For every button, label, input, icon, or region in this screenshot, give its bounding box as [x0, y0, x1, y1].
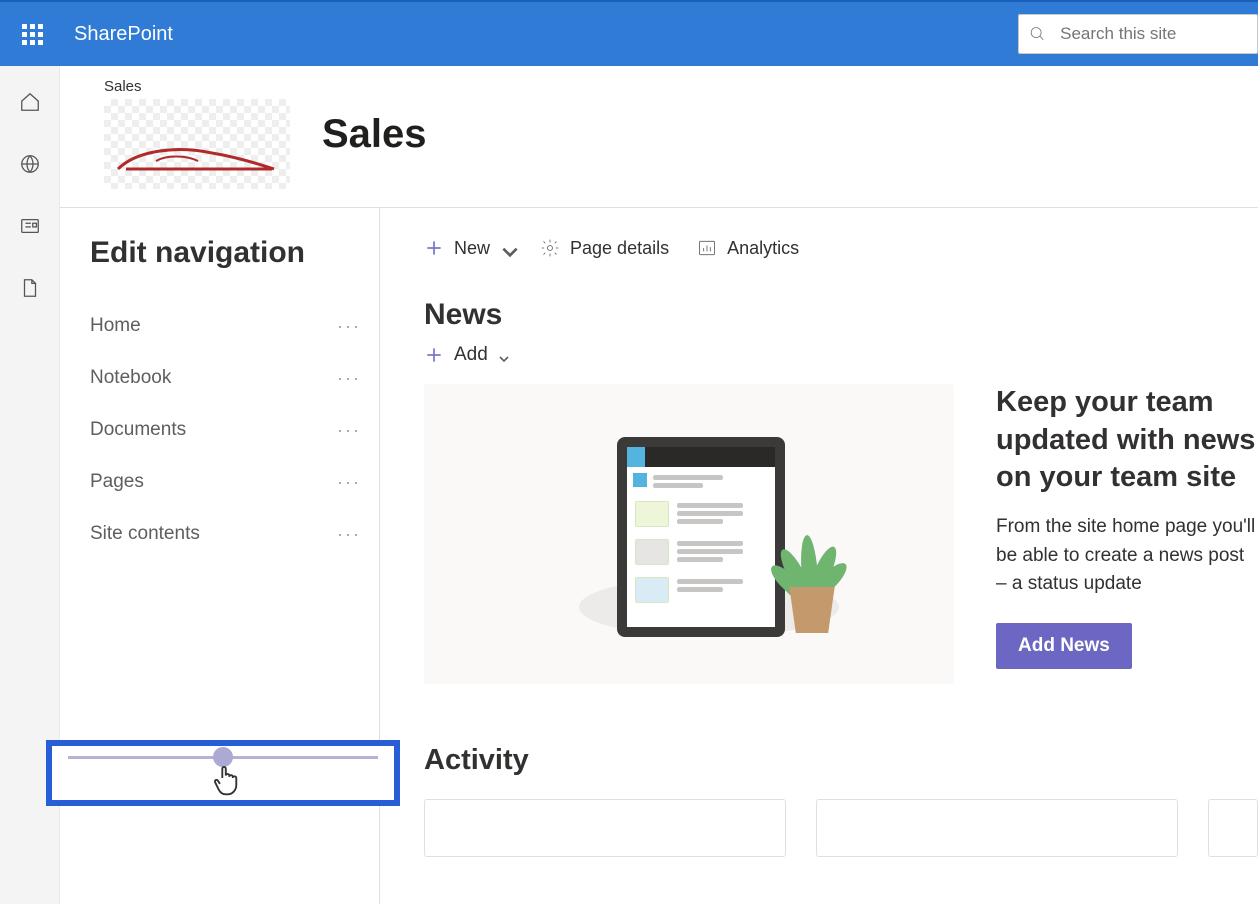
more-icon[interactable]: ···	[337, 368, 361, 389]
car-logo-icon	[116, 147, 276, 175]
main-area: Sales Sales Edit navigation Home ···	[60, 66, 1258, 904]
plus-icon	[424, 345, 444, 365]
more-icon[interactable]: ···	[337, 316, 361, 337]
nav-item-site-contents[interactable]: Site contents ···	[90, 508, 379, 560]
chevron-down-icon	[500, 242, 512, 254]
site-header-left: Sales	[104, 78, 290, 189]
add-label: Add	[454, 344, 488, 366]
add-news-button[interactable]: Add News	[996, 623, 1132, 669]
gear-icon	[540, 238, 560, 258]
news-icon[interactable]	[18, 214, 42, 238]
site-title: Sales	[322, 78, 427, 157]
news-promo-title: Keep your team updated with news on your…	[996, 384, 1258, 497]
nav-item-label: Pages	[90, 471, 144, 493]
news-empty-illustration	[424, 384, 954, 684]
add-insertion-line	[68, 756, 378, 759]
plus-icon	[424, 238, 444, 258]
new-label: New	[454, 238, 490, 259]
news-section-title: News	[424, 298, 1258, 332]
edit-navigation-title: Edit navigation	[90, 236, 379, 270]
suite-header: SharePoint	[0, 0, 1258, 66]
page-content: New Page details Analytics News Ad	[380, 208, 1258, 904]
nav-item-documents[interactable]: Documents ···	[90, 404, 379, 456]
nav-item-pages[interactable]: Pages ···	[90, 456, 379, 508]
search-icon	[1029, 24, 1046, 44]
more-icon[interactable]: ···	[337, 472, 361, 493]
analytics-icon	[697, 238, 717, 258]
plant-icon	[777, 507, 843, 593]
more-icon[interactable]: ···	[337, 524, 361, 545]
new-button[interactable]: New	[424, 238, 512, 259]
waffle-icon	[22, 24, 43, 45]
analytics-button[interactable]: Analytics	[697, 238, 799, 259]
activity-row	[424, 799, 1258, 857]
activity-card[interactable]	[816, 799, 1178, 857]
brand-label[interactable]: SharePoint	[74, 23, 173, 46]
search-input[interactable]	[1060, 24, 1247, 44]
nav-item-notebook[interactable]: Notebook ···	[90, 352, 379, 404]
hand-cursor-icon	[212, 764, 240, 792]
page-toolbar: New Page details Analytics	[424, 226, 1258, 270]
tablet-icon	[617, 437, 785, 637]
nav-item-label: Home	[90, 315, 141, 337]
add-news-dropdown[interactable]: Add	[424, 344, 1258, 366]
more-icon[interactable]: ···	[337, 420, 361, 441]
search-box[interactable]	[1018, 14, 1258, 54]
breadcrumb[interactable]: Sales	[104, 78, 290, 95]
page-details-label: Page details	[570, 238, 669, 259]
globe-icon[interactable]	[18, 152, 42, 176]
edit-navigation-panel: Edit navigation Home ··· Notebook ··· Do…	[60, 208, 380, 904]
news-promo-desc: From the site home page you'll be able t…	[996, 513, 1258, 599]
nav-item-home[interactable]: Home ···	[90, 300, 379, 352]
nav-item-label: Documents	[90, 419, 186, 441]
site-header: Sales Sales	[60, 66, 1258, 208]
chevron-down-icon	[498, 349, 510, 361]
home-icon[interactable]	[18, 90, 42, 114]
activity-card[interactable]	[424, 799, 786, 857]
news-row: Keep your team updated with news on your…	[424, 384, 1258, 684]
news-promo: Keep your team updated with news on your…	[996, 384, 1258, 684]
add-nav-item-hover-target[interactable]	[46, 740, 400, 806]
nav-item-label: Notebook	[90, 367, 171, 389]
analytics-label: Analytics	[727, 238, 799, 259]
app-launcher-button[interactable]	[0, 2, 64, 66]
search-wrap	[1018, 14, 1258, 54]
page-details-button[interactable]: Page details	[540, 238, 669, 259]
site-logo[interactable]	[104, 99, 290, 189]
nav-item-label: Site contents	[90, 523, 200, 545]
files-icon[interactable]	[18, 276, 42, 300]
activity-card[interactable]	[1208, 799, 1258, 857]
activity-section-title: Activity	[424, 744, 1258, 777]
